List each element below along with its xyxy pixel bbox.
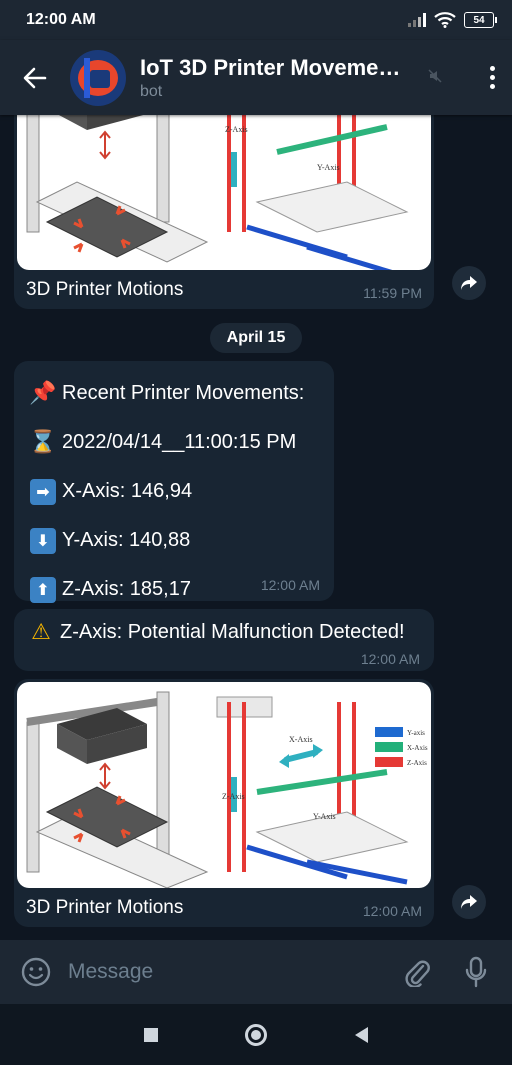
photo-caption: 3D Printer Motions 11:59 PM bbox=[14, 273, 434, 309]
chat-header: IoT 3D Printer Moveme… bot bbox=[0, 40, 512, 115]
z-axis-label: Z-Axis bbox=[222, 792, 245, 801]
mute-icon bbox=[428, 69, 442, 86]
z-axis-label: Z-Axis bbox=[225, 125, 248, 134]
voice-button[interactable] bbox=[458, 954, 494, 990]
system-nav-bar bbox=[0, 1004, 512, 1065]
arrow-right-icon: ➡ bbox=[30, 478, 56, 505]
legend-x: X-Axis bbox=[407, 744, 428, 752]
paperclip-icon bbox=[405, 960, 430, 987]
status-icons: 54 bbox=[408, 12, 497, 28]
caption-text: 3D Printer Motions bbox=[26, 279, 184, 300]
message-time: 12:00 AM bbox=[360, 651, 420, 667]
emoji-button[interactable] bbox=[18, 954, 54, 990]
printer-diagram-image[interactable]: X-Axis Z-Axis Y-Axis Y-axis X-Axis Z-Axi… bbox=[17, 682, 431, 888]
battery-icon: 54 bbox=[464, 12, 497, 28]
legend-y: Y-axis bbox=[407, 729, 425, 737]
photo-message[interactable]: X-Axis Z-Axis Y-Axis Y-axis X-Axis Z-Axi… bbox=[14, 679, 434, 927]
status-bar: 12:00 AM 54 bbox=[0, 0, 512, 40]
caption-text: 3D Printer Motions bbox=[26, 897, 184, 918]
photo-message[interactable]: X-Axis Z-Axis Y-Axis X-Axis Z-Axis 3D Pr… bbox=[14, 115, 434, 309]
date-separator: April 15 bbox=[210, 323, 302, 353]
system-back-button[interactable] bbox=[355, 1026, 369, 1043]
status-time: 12:00 AM bbox=[26, 11, 96, 28]
message-time: 12:00 AM bbox=[260, 577, 320, 593]
share-icon bbox=[461, 895, 477, 909]
alert-message[interactable]: ⚠ Z-Axis: Potential Malfunction Detected… bbox=[14, 609, 434, 671]
message-time: 11:59 PM bbox=[363, 285, 422, 301]
avatar[interactable] bbox=[70, 49, 126, 106]
microphone-icon bbox=[465, 956, 487, 988]
movements-timestamp: ⌛ 2022/04/14__11:00:15 PM bbox=[29, 430, 297, 455]
alert-line: ⚠ Z-Axis: Potential Malfunction Detected… bbox=[28, 615, 420, 649]
arrow-down-icon: ⬇ bbox=[30, 527, 56, 554]
battery-level: 54 bbox=[473, 14, 485, 26]
movements-message[interactable]: 📌 Recent Printer Movements: ⌛ 2022/04/14… bbox=[14, 361, 334, 603]
wifi-icon bbox=[434, 12, 456, 28]
more-menu-button[interactable] bbox=[472, 66, 512, 89]
arrow-left-icon bbox=[23, 67, 47, 88]
hourglass-icon: ⌛ bbox=[29, 430, 57, 455]
message-composer bbox=[0, 940, 512, 1004]
photo-caption: 3D Printer Motions 12:00 AM bbox=[14, 891, 434, 927]
attach-button[interactable] bbox=[400, 954, 436, 990]
emoji-icon bbox=[21, 957, 51, 987]
chat-subtitle: bot bbox=[140, 82, 163, 100]
chat-title-area[interactable]: IoT 3D Printer Moveme… bot bbox=[140, 55, 422, 101]
message-time: 12:00 AM bbox=[362, 903, 422, 919]
pushpin-icon: 📌 bbox=[29, 381, 57, 406]
chat-area[interactable]: X-Axis Z-Axis Y-Axis X-Axis Z-Axis 3D Pr… bbox=[0, 115, 512, 940]
legend-z: Z-Axis bbox=[407, 759, 427, 767]
warning-icon: ⚠ bbox=[31, 619, 51, 645]
home-button[interactable] bbox=[245, 1023, 268, 1046]
more-vertical-icon bbox=[489, 66, 495, 71]
x-axis-label: X-Axis bbox=[289, 735, 313, 744]
movements-header: 📌 Recent Printer Movements: bbox=[29, 381, 305, 406]
signal-icon bbox=[408, 13, 426, 27]
printer-diagram-image[interactable]: X-Axis Z-Axis Y-Axis X-Axis Z-Axis bbox=[17, 115, 431, 270]
recents-button[interactable] bbox=[143, 1027, 158, 1042]
y-axis-label: Y-Axis bbox=[317, 163, 340, 172]
chat-title: IoT 3D Printer Moveme… bbox=[140, 54, 401, 80]
share-icon bbox=[461, 276, 477, 290]
back-button[interactable] bbox=[0, 67, 70, 89]
y-axis-label: Y-Axis bbox=[313, 812, 336, 821]
share-button[interactable] bbox=[452, 266, 486, 300]
message-input[interactable] bbox=[68, 960, 400, 984]
y-axis-value: ⬇ Y-Axis: 140,88 bbox=[30, 516, 318, 565]
share-button[interactable] bbox=[452, 885, 486, 919]
x-axis-value: ➡ X-Axis: 146,94 bbox=[30, 467, 318, 516]
arrow-up-icon: ⬆ bbox=[30, 576, 56, 603]
